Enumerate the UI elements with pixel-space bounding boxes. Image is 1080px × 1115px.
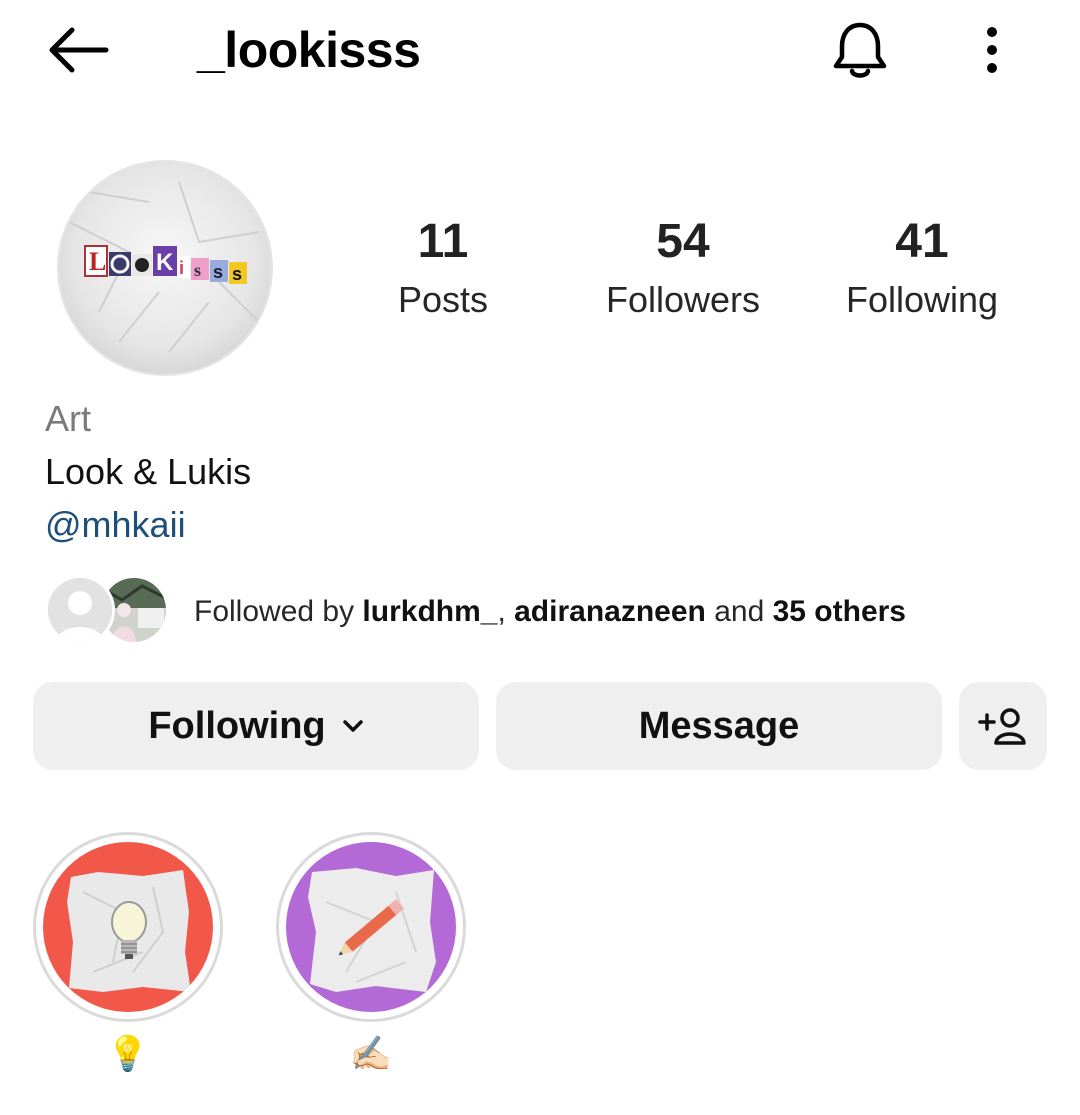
svg-text:s: s [194,260,201,280]
following-value: 41 [895,215,949,268]
svg-text:L: L [89,247,106,276]
notifications-button[interactable] [820,14,900,86]
posts-count[interactable]: 11 Posts [343,212,543,328]
svg-text:s: s [232,264,242,284]
bell-icon [833,22,887,78]
arrow-left-icon [49,27,109,73]
following-label: Following [845,279,999,320]
message-button-label: Message [638,704,800,747]
profile-bio: Look & Lukis [45,451,252,492]
message-button[interactable]: Message [496,682,942,770]
posts-value: 11 [417,215,469,268]
followed-by-text[interactable]: Followed by lurkdhm_, adiranazneen and 3… [194,590,906,634]
highlight-label: 💡 [106,1035,150,1073]
mutual-followers-others: 35 others [772,595,906,628]
add-person-icon [978,708,1026,745]
lookisss-logo: L K i s s s [59,162,271,374]
highlight-cover [43,842,213,1012]
followers-count[interactable]: 54 Followers [583,212,783,328]
mutual-followers-avatars[interactable] [45,575,171,647]
back-button[interactable] [40,18,116,82]
following-count[interactable]: 41 Following [822,212,1022,328]
more-options-button[interactable] [960,14,1024,86]
svg-text:i: i [179,258,184,278]
lightbulb-paper-cover [43,842,213,1012]
profile-avatar[interactable]: L K i s s s [57,160,273,376]
page-title: _lookisss [197,22,421,78]
following-button[interactable]: Following [33,682,479,770]
highlight-drawing[interactable] [276,832,466,1022]
followers-value: 54 [656,215,710,268]
more-vertical-icon [987,27,997,73]
default-user-icon [48,578,112,642]
svg-text:K: K [156,249,174,276]
mutual-follower-1: lurkdhm_ [362,595,498,628]
highlight-label: ✍🏻 [349,1035,393,1073]
highlight-idea[interactable] [33,832,223,1022]
add-user-button[interactable] [959,682,1047,770]
profile-category: Art [45,398,92,439]
highlight-cover [286,842,456,1012]
pencil-paper-cover [286,842,456,1012]
mutual-follower-2: adiranazneen [514,595,706,628]
posts-label: Posts [397,279,489,320]
followers-label: Followers [605,279,761,320]
chevron-down-icon [342,720,363,732]
avatar [45,575,115,645]
bio-mention-link[interactable]: @mhkaii [45,503,186,547]
following-button-label: Following [148,704,326,747]
svg-text:s: s [213,262,223,282]
